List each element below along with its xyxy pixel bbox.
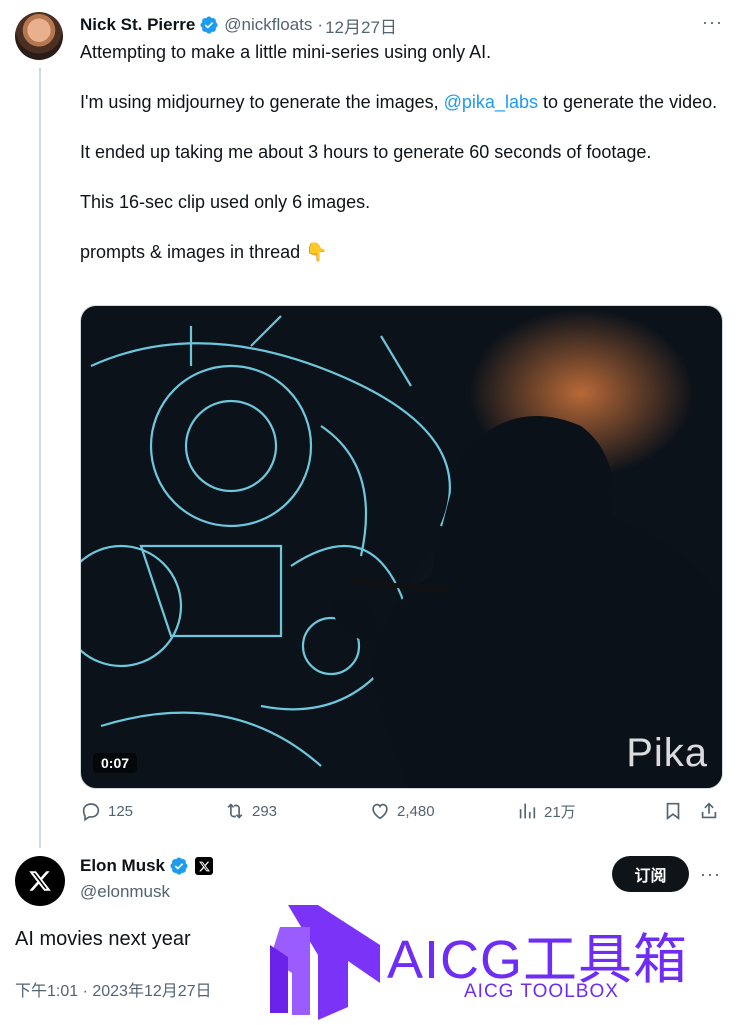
reply-author-name[interactable]: Elon Musk <box>80 856 165 876</box>
more-options-icon[interactable]: ··· <box>702 12 723 33</box>
reply-button[interactable]: 125 <box>80 800 133 822</box>
reply-author-handle[interactable]: @elonmusk <box>80 882 170 902</box>
reply-icon <box>82 803 100 822</box>
reply-timestamp[interactable]: 下午1:01 · 2023年12月27日 <box>15 977 212 1001</box>
tweet-paragraph: Attempting to make a little mini-series … <box>80 42 492 62</box>
tweet-date[interactable]: 12月27日 <box>325 13 397 38</box>
tweet-actions: 125 293 2,480 21万 <box>80 800 723 830</box>
x-logo-icon <box>29 871 51 891</box>
video-player[interactable]: 0:07 Pika <box>80 305 723 789</box>
share-button[interactable] <box>698 800 726 822</box>
tweet-text: Attempting to make a little mini-series … <box>80 40 720 265</box>
share-icon <box>701 802 717 819</box>
reply-header: Elon Musk <box>80 856 214 876</box>
author-name[interactable]: Nick St. Pierre <box>80 15 195 35</box>
tweet-paragraph: I'm using midjourney to generate the ima… <box>80 92 718 112</box>
author-handle[interactable]: @nickfloats <box>224 15 312 35</box>
author-avatar[interactable] <box>15 12 63 60</box>
heart-icon <box>372 803 388 820</box>
tweet-paragraph: prompts & images in thread 👇 <box>80 242 328 262</box>
verified-badge-icon <box>169 856 189 876</box>
reply-text: AI movies next year <box>15 928 191 950</box>
subscribe-button[interactable]: 订阅 <box>612 856 689 892</box>
thread-connector-line <box>39 68 41 848</box>
bookmark-icon <box>666 802 680 820</box>
video-frame-art <box>81 315 722 788</box>
views-button[interactable]: 21万 <box>516 800 576 822</box>
video-duration: 0:07 <box>93 753 138 773</box>
separator-dot: · <box>317 15 324 34</box>
pika-watermark: Pika <box>626 731 708 775</box>
views-chart-icon <box>519 803 536 819</box>
aicg-watermark-overlay: AICG工具箱 AICG TOOLBOX <box>230 895 730 1020</box>
aicg-subtitle: AICG TOOLBOX <box>464 981 619 1002</box>
aicg-logo-icon <box>270 905 380 1020</box>
like-button[interactable]: 2,480 <box>369 800 435 822</box>
tweet-paragraph: This 16-sec clip used only 6 images. <box>80 192 371 212</box>
tweet-header: Nick St. Pierre @nickfloats · 12月27日 <box>80 13 397 37</box>
repost-icon <box>227 803 243 819</box>
bookmark-button[interactable] <box>662 800 690 822</box>
tweet-paragraph: It ended up taking me about 3 hours to g… <box>80 142 652 162</box>
affiliate-x-badge-icon <box>195 857 214 875</box>
mention-link[interactable]: @pika_labs <box>444 92 538 112</box>
repost-button[interactable]: 293 <box>224 800 277 822</box>
reply-author-avatar[interactable] <box>15 856 65 906</box>
more-options-icon[interactable]: ··· <box>700 864 721 885</box>
verified-badge-icon <box>199 15 219 35</box>
